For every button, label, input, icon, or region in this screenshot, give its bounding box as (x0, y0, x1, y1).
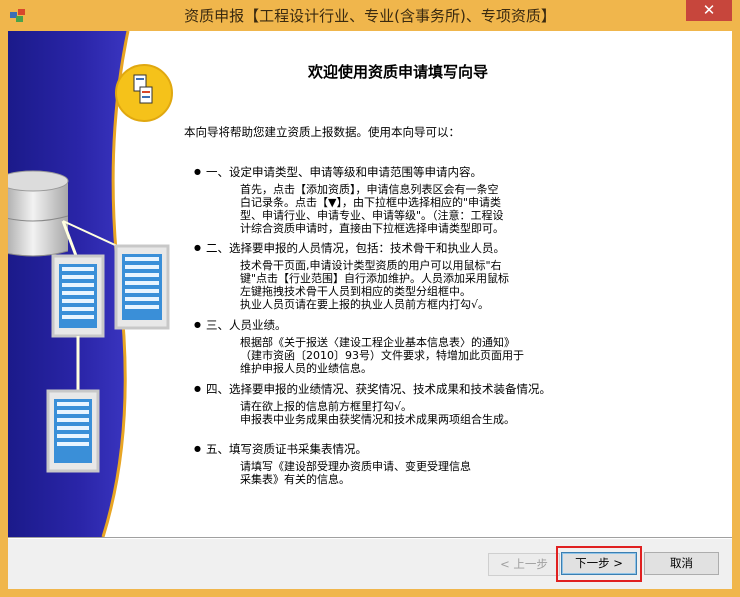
item-title: 四、选择要申报的业绩情况、获奖情况、技术成果和技术装备情况。 (194, 381, 714, 397)
title-bar[interactable]: 资质申报【工程设计行业、专业(含事务所)、专项资质】 ✕ (0, 0, 740, 31)
item-description: 请填写《建设部受理办资质申请、变更受理信息 采集表》有关的信息。 (240, 460, 471, 486)
wizard-page: 欢迎使用资质申请填写向导 本向导将帮助您建立资质上报数据。使用本向导可以： 一、… (8, 31, 732, 537)
window-title: 资质申报【工程设计行业、专业(含事务所)、专项资质】 (184, 7, 556, 25)
back-button[interactable]: < 上一步 (488, 553, 560, 576)
list-item: 四、选择要申报的业绩情况、获奖情况、技术成果和技术装备情况。 请在欲上报的信息前… (194, 381, 714, 426)
list-item: 二、选择要申报的人员情况，包括：技术骨干和执业人员。 技术骨干页面,申请设计类型… (194, 240, 714, 311)
button-divider (8, 537, 732, 539)
item-description: 技术骨干页面,申请设计类型资质的用户可以用鼠标"右 键"点击【行业范围】自行添加… (240, 259, 510, 311)
list-item: 一、设定申请类型、申请等级和申请范围等申请内容。 首先，点击【添加资质】，申请信… (194, 164, 714, 235)
item-title: 一、设定申请类型、申请等级和申请范围等申请内容。 (194, 164, 714, 180)
item-title: 三、人员业绩。 (194, 317, 714, 333)
list-item: 五、填写资质证书采集表情况。 请填写《建设部受理办资质申请、变更受理信息 采集表… (194, 441, 714, 486)
item-description: 根据部《关于报送〈建设工程企业基本信息表〉的通知》 （建市资函〔2010〕93号… (240, 336, 524, 375)
next-button[interactable]: 下一步 > (561, 552, 637, 575)
close-button[interactable]: ✕ (686, 0, 732, 21)
wizard-illustration (8, 31, 173, 537)
wizard-window: 资质申报【工程设计行业、专业(含事务所)、专项资质】 ✕ 欢迎使用资质申请填写向… (0, 0, 740, 597)
cancel-button[interactable]: 取消 (644, 552, 719, 575)
item-title: 二、选择要申报的人员情况，包括：技术骨干和执业人员。 (194, 240, 714, 256)
item-description: 请在欲上报的信息前方框里打勾√。 申报表中业务成果由获奖情况和技术成果两项组合生… (240, 400, 515, 426)
wizard-intro: 本向导将帮助您建立资质上报数据。使用本向导可以： (184, 125, 460, 139)
client-area: 欢迎使用资质申请填写向导 本向导将帮助您建立资质上报数据。使用本向导可以： 一、… (8, 31, 732, 589)
item-description: 首先，点击【添加资质】，申请信息列表区会有一条空 白记录条。点击【▼】，由下拉框… (240, 183, 504, 235)
list-item: 三、人员业绩。 根据部《关于报送〈建设工程企业基本信息表〉的通知》 （建市资函〔… (194, 317, 714, 375)
wizard-heading: 欢迎使用资质申请填写向导 (307, 63, 488, 81)
item-title: 五、填写资质证书采集表情况。 (194, 441, 714, 457)
